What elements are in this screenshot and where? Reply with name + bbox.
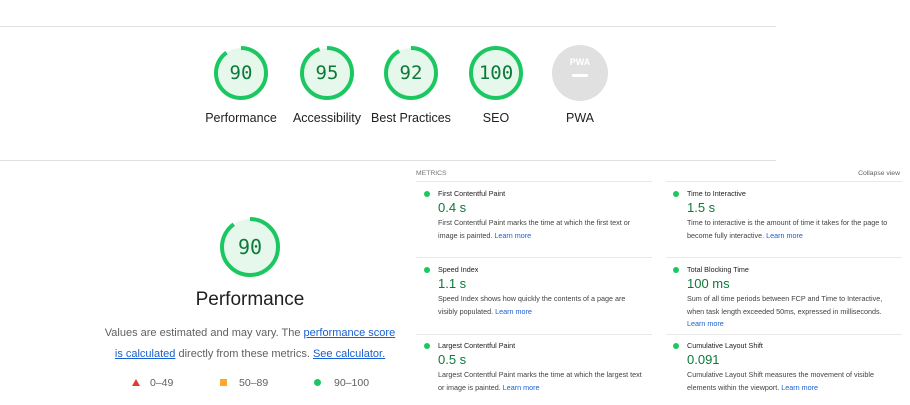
top-divider (0, 26, 776, 27)
gauge-accessibility[interactable]: 95 Accessibility (282, 44, 372, 127)
score-value: 92 (399, 62, 423, 84)
pwa-dash-icon (572, 74, 588, 77)
metric-description: Time to interactive is the amount of tim… (687, 217, 893, 242)
pass-dot-icon (673, 191, 679, 197)
score-value: 95 (315, 62, 339, 84)
legend-fail-label: 0–49 (150, 377, 174, 389)
learn-more-link[interactable]: Learn more (687, 319, 724, 328)
gauge-label: Accessibility (292, 111, 362, 125)
metric-value: 0.5 s (438, 352, 467, 367)
gauge-label: PWA (565, 111, 594, 125)
metric-description-text: Largest Contentful Paint marks the time … (438, 370, 642, 392)
metric-value: 1.5 s (687, 200, 716, 215)
gauge-label: Performance (205, 111, 277, 125)
metrics-header: METRICS Collapse view (416, 170, 900, 177)
metric-divider (416, 257, 652, 258)
pwa-badge-text: PWA (569, 57, 591, 67)
metric-time-to-interactive: Time to Interactive 1.5 s Time to intera… (665, 188, 893, 242)
collapse-view-button[interactable]: Collapse view (858, 170, 900, 177)
gauge-performance[interactable]: 90 Performance (196, 44, 286, 127)
legend-fail: 0–49 (132, 377, 173, 389)
pass-dot-icon (673, 267, 679, 273)
pass-dot-icon (673, 343, 679, 349)
metric-description: Speed Index shows how quickly the conten… (438, 293, 644, 318)
gauge-label: Best Practices (371, 111, 451, 125)
metric-description: Sum of all time periods between FCP and … (687, 293, 893, 331)
gauge-pwa[interactable]: PWA PWA (535, 44, 625, 127)
legend-average-label: 50–89 (239, 377, 269, 389)
learn-more-link[interactable]: Learn more (781, 383, 818, 392)
triangle-icon (132, 379, 140, 386)
metric-divider (416, 334, 652, 335)
metric-speed-index: Speed Index 1.1 s Speed Index shows how … (416, 264, 644, 318)
legend-pass-label: 90–100 (334, 377, 370, 389)
performance-summary: 90 Performance Values are estimated and … (100, 215, 400, 391)
metric-value: 1.1 s (438, 276, 467, 291)
metric-divider (666, 257, 902, 258)
metric-cumulative-layout-shift: Cumulative Layout Shift 0.091 Cumulative… (665, 340, 893, 394)
metric-value: 0.4 s (438, 200, 467, 215)
metric-value: 0.091 (687, 352, 720, 367)
performance-score-value: 90 (237, 235, 263, 259)
metric-name: Largest Contentful Paint (438, 341, 516, 350)
metric-total-blocking-time: Total Blocking Time 100 ms Sum of all ti… (665, 264, 893, 331)
note-text: directly from these metrics. (175, 348, 313, 360)
metric-name: Cumulative Layout Shift (687, 341, 763, 350)
metric-divider (666, 181, 902, 182)
learn-more-link[interactable]: Learn more (503, 383, 540, 392)
performance-note: Values are estimated and may vary. The p… (100, 323, 400, 365)
metric-name: Total Blocking Time (687, 265, 749, 274)
gauge-label: SEO (482, 111, 510, 125)
learn-more-link[interactable]: Learn more (494, 231, 531, 240)
metric-largest-contentful-paint: Largest Contentful Paint 0.5 s Largest C… (416, 340, 644, 394)
score-value: 100 (478, 62, 514, 84)
metric-name: First Contentful Paint (438, 189, 506, 198)
pwa-badge-icon: PWA (552, 45, 608, 101)
learn-more-link[interactable]: Learn more (766, 231, 803, 240)
metric-first-contentful-paint: First Contentful Paint 0.4 s First Conte… (416, 188, 644, 242)
metric-description: First Contentful Paint marks the time at… (438, 217, 644, 242)
square-icon (220, 379, 227, 386)
pass-dot-icon (424, 191, 430, 197)
legend-average: 50–89 (220, 377, 268, 389)
metric-description-text: First Contentful Paint marks the time at… (438, 218, 631, 240)
see-calculator-link[interactable]: See calculator. (313, 348, 385, 360)
score-value: 90 (229, 62, 253, 84)
section-divider (0, 160, 776, 161)
performance-title: Performance (195, 289, 305, 310)
metric-name: Speed Index (438, 265, 479, 274)
pwa-ring: PWA (551, 44, 609, 102)
performance-score-ring: 90 (218, 215, 282, 279)
metric-description: Cumulative Layout Shift measures the mov… (687, 369, 893, 394)
metric-description: Largest Contentful Paint marks the time … (438, 369, 644, 394)
learn-more-link[interactable]: Learn more (495, 307, 532, 316)
score-ring: 90 (212, 44, 270, 102)
score-legend: 0–49 50–89 90–100 (100, 377, 400, 391)
gauge-best-practices[interactable]: 92 Best Practices (366, 44, 456, 127)
metric-description-text: Sum of all time periods between FCP and … (687, 294, 883, 316)
metric-divider (666, 334, 902, 335)
note-text: Values are estimated and may vary. The (104, 327, 304, 339)
metric-divider (416, 181, 652, 182)
circle-icon (314, 379, 321, 386)
pass-dot-icon (424, 267, 430, 273)
score-ring: 92 (382, 44, 440, 102)
gauge-seo[interactable]: 100 SEO (451, 44, 541, 127)
score-ring: 95 (298, 44, 356, 102)
metric-name: Time to Interactive (687, 189, 746, 198)
metrics-title: METRICS (416, 170, 447, 177)
legend-pass: 90–100 (314, 377, 369, 389)
pass-dot-icon (424, 343, 430, 349)
score-ring: 100 (467, 44, 525, 102)
metric-value: 100 ms (687, 276, 730, 291)
